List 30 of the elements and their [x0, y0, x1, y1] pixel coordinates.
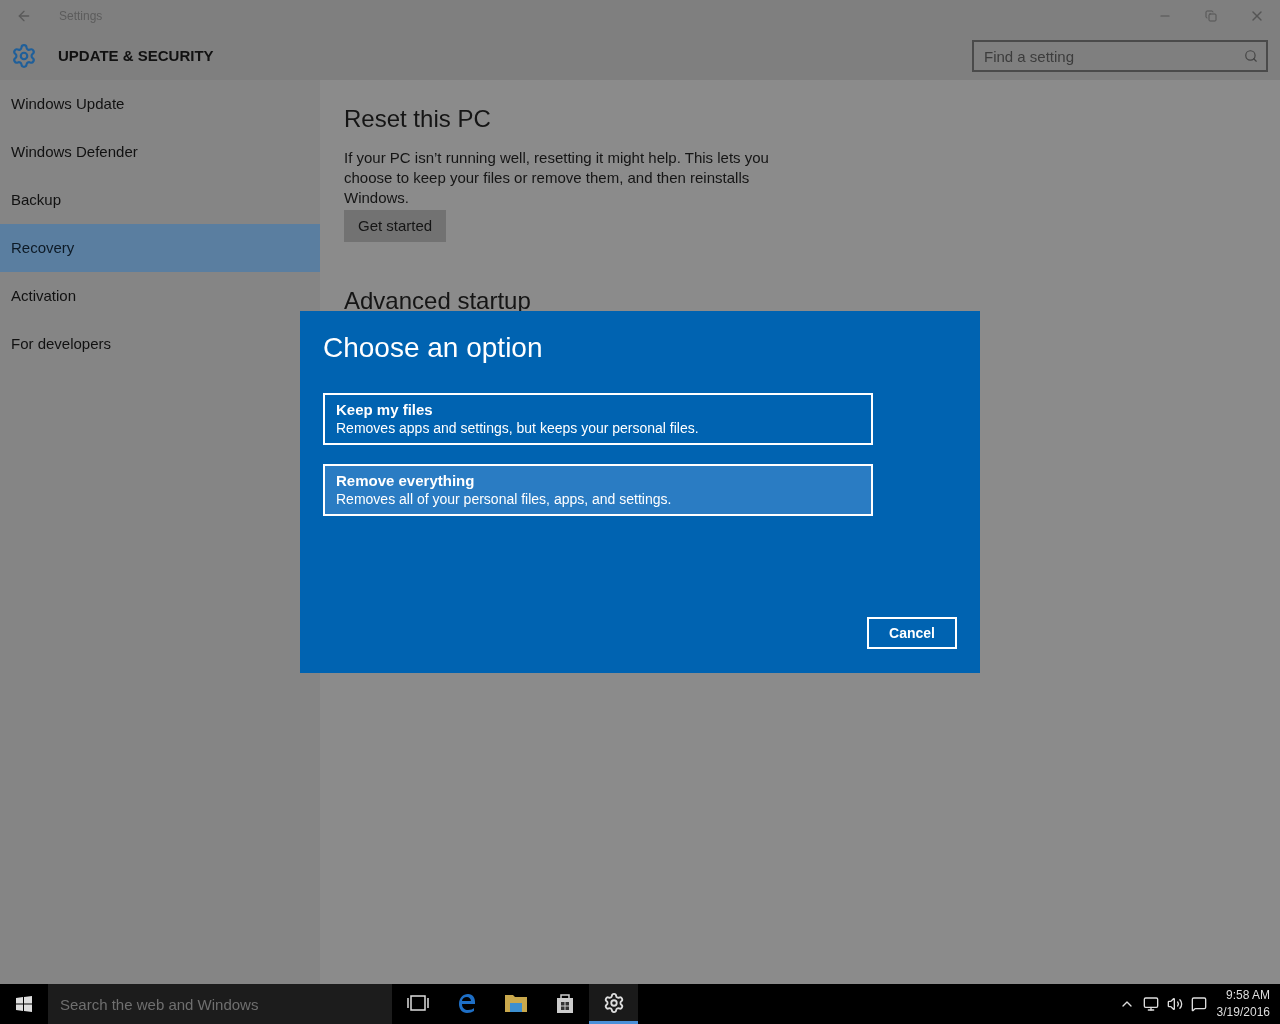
taskbar-search-field[interactable]: Search the web and Windows — [48, 984, 392, 1024]
sidebar-item[interactable]: Activation — [0, 272, 320, 320]
search-icon — [1244, 49, 1258, 63]
volume-icon[interactable] — [1166, 996, 1183, 1012]
gear-icon — [602, 991, 625, 1014]
section-heading: Reset this PC — [344, 104, 492, 134]
option-button[interactable]: Remove everything Removes all of your personal files, apps, and settings. — [323, 464, 873, 516]
option-button[interactable]: Keep my files Removes apps and settings, but keeps your personal files. — [323, 393, 873, 445]
sidebar-item[interactable]: Backup — [0, 176, 320, 224]
sidebar-item[interactable]: Windows Defender — [0, 128, 320, 176]
restore-icon — [1205, 10, 1217, 22]
task-view-icon — [406, 993, 429, 1012]
sidebar-item[interactable]: Windows Update — [0, 80, 320, 128]
back-arrow-icon — [16, 8, 32, 24]
search-field[interactable]: Find a setting — [972, 40, 1268, 72]
network-icon[interactable] — [1142, 996, 1159, 1012]
folder-icon — [503, 992, 528, 1013]
sidebar-item[interactable]: Recovery — [0, 224, 320, 272]
dialog-title: Choose an option — [323, 331, 544, 365]
cancel-button[interactable]: Cancel — [867, 617, 957, 649]
clock-time[interactable]: 9:58 AM — [1225, 987, 1270, 1004]
page-title: UPDATE & SECURITY — [58, 45, 214, 66]
description-text: If your PC isn’t running well, resetting it might help. This lets you choose to keep your files or remove them, and then reinstalls Windows. — [344, 148, 770, 208]
get-started-button[interactable]: Get started — [344, 210, 447, 242]
action-center-icon[interactable] — [1190, 996, 1207, 1012]
section-heading: Advanced startup — [344, 286, 532, 316]
taskbar-app-button[interactable] — [589, 984, 638, 1024]
settings-icon — [11, 43, 37, 69]
clock-date[interactable]: 3/19/2016 — [1216, 1004, 1270, 1021]
windows-logo-icon — [16, 996, 32, 1012]
